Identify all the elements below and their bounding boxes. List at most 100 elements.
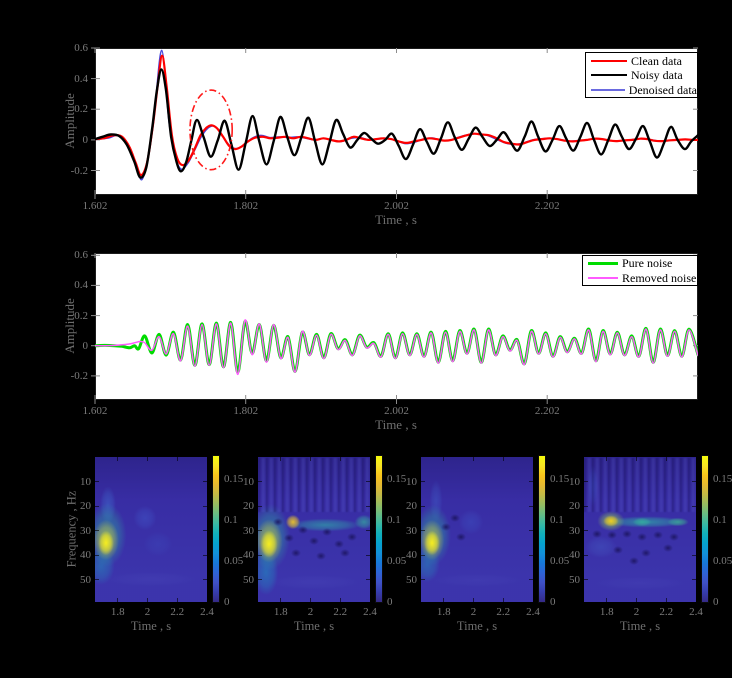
y-tick-mark xyxy=(95,555,99,556)
frequency-tick-label: 30 xyxy=(80,525,91,537)
x-tick-mark xyxy=(606,457,607,461)
middle-x-axis-label: Time , s xyxy=(375,417,417,433)
time-tick-label: 2.4 xyxy=(363,606,377,618)
x-tick-mark xyxy=(503,457,504,461)
y-tick-mark xyxy=(421,555,425,556)
legend-item-clean-data: Clean data xyxy=(586,54,697,68)
time-tick-label: 2 xyxy=(634,606,640,618)
colorbar-tick-label: 0.15 xyxy=(387,473,406,485)
y-tick-mark xyxy=(258,506,262,507)
x-tick-mark xyxy=(666,457,667,461)
colorbar-tick-label: 0.15 xyxy=(550,473,569,485)
x-tick-mark xyxy=(533,457,534,461)
x-tick-mark xyxy=(473,598,474,602)
frequency-tick-label: 50 xyxy=(243,574,254,586)
y-tick-mark xyxy=(421,579,425,580)
x-tick-mark xyxy=(310,457,311,461)
y-tick-mark xyxy=(258,481,262,482)
spectrogram-panel-2 xyxy=(258,457,370,602)
time-tick-label: 2.4 xyxy=(689,606,703,618)
frequency-tick-label: 50 xyxy=(80,574,91,586)
x-tick-mark xyxy=(636,598,637,602)
time-tick-label: 2.2 xyxy=(659,606,673,618)
frequency-tick-label: 40 xyxy=(80,549,91,561)
x-tick-mark xyxy=(177,598,178,602)
legend-swatch-noisy xyxy=(591,74,627,76)
frequency-tick-label: 40 xyxy=(406,549,417,561)
x-tick-mark xyxy=(666,598,667,602)
y-tick-mark xyxy=(584,579,588,580)
x-tick-mark xyxy=(207,598,208,602)
top-legend: Clean data Noisy data Denoised data xyxy=(585,52,698,98)
x-tick-mark xyxy=(280,598,281,602)
spectrogram-panel-4 xyxy=(584,457,696,602)
legend-swatch-denoised xyxy=(591,89,625,91)
colorbar-tick-label: 0.15 xyxy=(713,473,732,485)
colorbar-tick-label: 0.05 xyxy=(387,555,406,567)
time-tick-label: 2.2 xyxy=(170,606,184,618)
x-tick-mark xyxy=(147,598,148,602)
y-tick-mark xyxy=(529,481,533,482)
x-tick-mark xyxy=(473,457,474,461)
y-tick-mark xyxy=(421,506,425,507)
frequency-tick-label: 20 xyxy=(80,500,91,512)
y-tick-mark xyxy=(203,481,207,482)
y-tick-label: 0.6 xyxy=(74,249,88,261)
y-tick-mark xyxy=(584,481,588,482)
frequency-tick-label: 10 xyxy=(80,476,91,488)
frequency-tick-label: 20 xyxy=(406,500,417,512)
legend-swatch-pure-noise xyxy=(588,262,618,265)
x-tick-mark xyxy=(696,457,697,461)
figure-canvas: Amplitude Time , s Clean data Noisy data… xyxy=(0,0,732,678)
spectrogram-x-axis-label: Time , s xyxy=(131,619,171,634)
time-tick-label: 2 xyxy=(145,606,151,618)
y-tick-mark xyxy=(258,555,262,556)
spectrogram-y-axis-label: Frequency , Hz xyxy=(65,491,80,568)
y-tick-mark xyxy=(692,530,696,531)
legend-label-removed-noise: Removed noise xyxy=(622,272,696,284)
spectrogram-panel-3 xyxy=(421,457,533,602)
colorbar-tick-label: 0.1 xyxy=(387,514,401,526)
time-tick-label: 2 xyxy=(471,606,477,618)
y-tick-mark xyxy=(584,555,588,556)
x-tick-mark xyxy=(340,598,341,602)
x-tick-label: 1.802 xyxy=(233,200,258,212)
x-tick-mark xyxy=(177,457,178,461)
y-tick-label: -0.2 xyxy=(71,370,88,382)
time-tick-label: 2.4 xyxy=(526,606,540,618)
spectrogram-panel-1 xyxy=(95,457,207,602)
x-tick-label: 2.002 xyxy=(384,200,409,212)
frequency-tick-label: 20 xyxy=(243,500,254,512)
legend-swatch-removed-noise xyxy=(588,277,618,279)
y-tick-mark xyxy=(692,555,696,556)
y-tick-mark xyxy=(203,506,207,507)
y-tick-mark xyxy=(203,555,207,556)
legend-label-denoised: Denoised data xyxy=(629,84,697,96)
frequency-tick-label: 10 xyxy=(243,476,254,488)
legend-item-noisy-data: Noisy data xyxy=(586,68,697,82)
middle-legend: Pure noise Removed noise xyxy=(582,255,698,286)
time-tick-label: 1.8 xyxy=(274,606,288,618)
colorbar-tick-label: 0.05 xyxy=(713,555,732,567)
time-tick-label: 2 xyxy=(308,606,314,618)
time-tick-label: 2.4 xyxy=(200,606,214,618)
frequency-tick-label: 30 xyxy=(243,525,254,537)
y-tick-label: 0.2 xyxy=(74,103,88,115)
frequency-tick-label: 40 xyxy=(569,549,580,561)
colorbar xyxy=(538,455,546,603)
colorbar-tick-label: 0 xyxy=(713,596,719,608)
y-tick-mark xyxy=(366,555,370,556)
x-tick-mark xyxy=(370,457,371,461)
colorbar-tick-label: 0 xyxy=(224,596,230,608)
x-tick-mark xyxy=(443,598,444,602)
x-tick-mark xyxy=(117,598,118,602)
y-tick-label: -0.2 xyxy=(71,165,88,177)
frequency-tick-label: 50 xyxy=(569,574,580,586)
y-tick-mark xyxy=(366,579,370,580)
y-tick-label: 0.6 xyxy=(74,42,88,54)
legend-label-pure-noise: Pure noise xyxy=(622,257,672,269)
spectrogram-x-axis-label: Time , s xyxy=(294,619,334,634)
legend-swatch-clean xyxy=(591,60,627,62)
y-tick-mark xyxy=(95,481,99,482)
x-tick-label: 2.002 xyxy=(384,405,409,417)
